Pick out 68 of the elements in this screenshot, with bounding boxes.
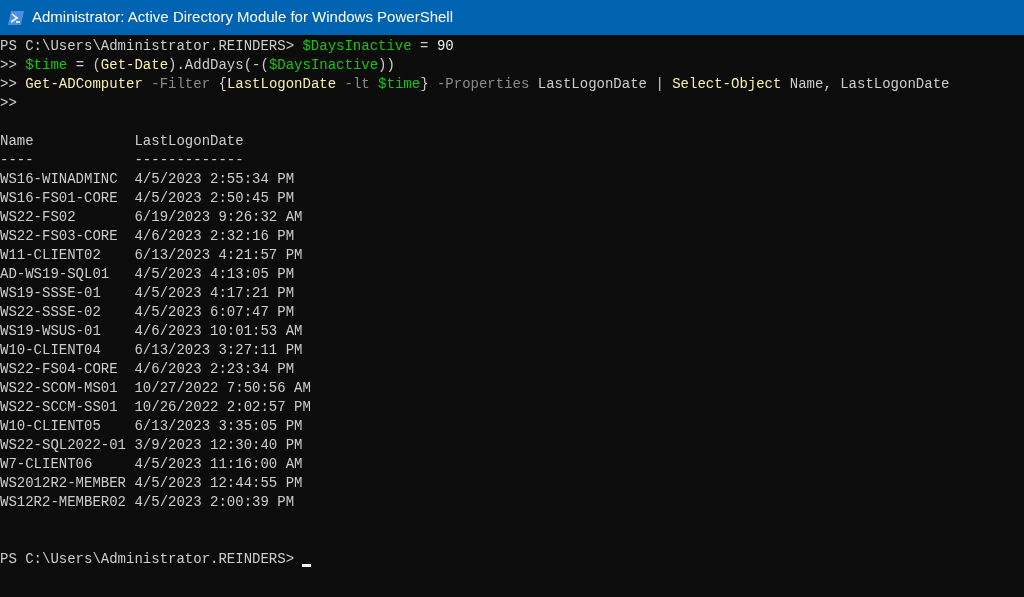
table-cell-text: WS22-SCOM-MS01 xyxy=(0,379,119,398)
column-header: LastLogonDate xyxy=(134,132,244,151)
table-cell: 4/5/2023 2:55:34 PM xyxy=(134,170,295,189)
table-cell: 4/5/2023 4:13:05 PM xyxy=(134,265,295,284)
window-title: Administrator: Active Directory Module for Windows PowerShell xyxy=(32,7,453,28)
table-cell-text: AD-WS19-SQL01 xyxy=(0,265,111,284)
plain-text: ).AddDays(-( xyxy=(168,56,269,75)
table-cell-text: WS12R2-MEMBER02 xyxy=(0,493,128,512)
table-cell-text: WS22-SQL2022-01 xyxy=(0,436,128,455)
plain-text: >> xyxy=(0,75,18,94)
table-cell: 10/26/2022 2:02:57 PM xyxy=(134,398,311,417)
table-cell: 4/6/2023 2:23:34 PM xyxy=(134,360,295,379)
column-header: Name xyxy=(0,132,35,151)
command-text: Get-Date xyxy=(100,56,169,75)
table-cell: 4/6/2023 2:32:16 PM xyxy=(134,227,295,246)
plain-text: PS C:\Users\Administrator.REINDERS> xyxy=(0,37,296,56)
table-cell: 6/13/2023 3:27:11 PM xyxy=(134,341,303,360)
table-cell: 4/5/2023 2:50:45 PM xyxy=(134,189,295,208)
table-cell: 4/5/2023 11:16:00 AM xyxy=(134,455,303,474)
plain-text: )) xyxy=(378,56,395,75)
variable-text: $DaysInactive xyxy=(302,37,412,56)
plain-text: { xyxy=(218,75,227,94)
table-cell-text: WS22-FS03-CORE xyxy=(0,227,119,246)
table-cell-text: W10-CLIENT04 xyxy=(0,341,102,360)
table-cell: 4/5/2023 12:44:55 PM xyxy=(134,474,303,493)
table-cell-text: WS22-SCCM-SS01 xyxy=(0,398,119,417)
table-cell-text: WS2012R2-MEMBER xyxy=(0,474,128,493)
table-cell: 6/19/2023 9:26:32 AM xyxy=(134,208,303,227)
table-cell-text: WS19-SSSE-01 xyxy=(0,284,102,303)
table-cell-text: W7-CLIENT06 xyxy=(0,455,94,474)
table-cell: 6/13/2023 4:21:57 PM xyxy=(134,246,303,265)
table-cell-text: WS22-FS02 xyxy=(0,208,77,227)
table-cell-text: WS16-FS01-CORE xyxy=(0,189,119,208)
plain-text: Name, LastLogonDate xyxy=(788,75,950,94)
variable-text: $time xyxy=(25,56,68,75)
command-text: Select-Object xyxy=(672,75,782,94)
table-cell: 4/5/2023 6:07:47 PM xyxy=(134,303,295,322)
table-cell-text: WS19-WSUS-01 xyxy=(0,322,102,341)
header-underline: ------------- xyxy=(134,151,244,170)
plain-text: } xyxy=(420,75,429,94)
table-cell: 3/9/2023 12:30:40 PM xyxy=(134,436,303,455)
table-cell-text: W10-CLIENT05 xyxy=(0,417,102,436)
parameter-text: -lt xyxy=(343,75,371,94)
table-cell: 4/5/2023 2:00:39 PM xyxy=(134,493,295,512)
prompt-text: PS C:\Users\Administrator.REINDERS> xyxy=(0,550,296,569)
plain-text: LastLogonDate | xyxy=(536,75,665,94)
header-underline: ---- xyxy=(0,151,35,170)
table-cell-text: WS22-SSSE-02 xyxy=(0,303,102,322)
table-cell-text: WS22-FS04-CORE xyxy=(0,360,119,379)
variable-text: $DaysInactive xyxy=(268,56,379,75)
command-text: LastLogonDate xyxy=(226,75,337,94)
parameter-text: -Filter xyxy=(150,75,212,94)
plain-text: >> xyxy=(0,56,18,75)
terminal-icon xyxy=(8,10,24,25)
table-cell-text: WS16-WINADMINC xyxy=(0,170,119,189)
variable-text: $time xyxy=(378,75,421,94)
text-cursor-icon xyxy=(302,564,312,567)
parameter-text: -Properties xyxy=(435,75,530,94)
table-cell: 10/27/2022 7:50:56 AM xyxy=(134,379,311,398)
table-cell: 4/6/2023 10:01:53 AM xyxy=(134,322,303,341)
table-cell: 4/5/2023 4:17:21 PM xyxy=(134,284,295,303)
command-text: Get-ADComputer xyxy=(25,75,143,94)
plain-text: = ( xyxy=(74,56,101,75)
table-cell: 6/13/2023 3:35:05 PM xyxy=(134,417,303,436)
table-cell-text: W11-CLIENT02 xyxy=(0,246,102,265)
operator-text: = xyxy=(419,37,430,56)
number-text: 90 xyxy=(436,37,454,56)
plain-text: >> xyxy=(0,94,17,113)
